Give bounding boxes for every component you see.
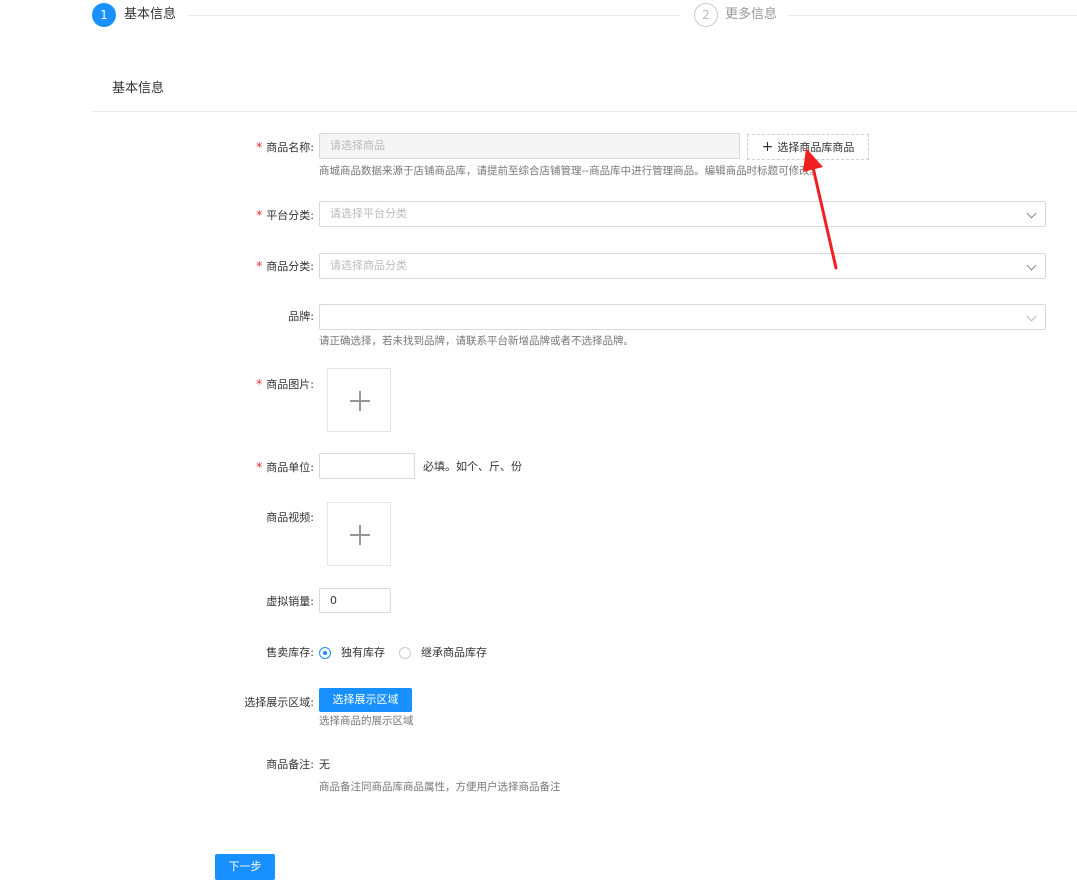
display-area-label: 选择展示区域: bbox=[244, 696, 314, 709]
product-video-label: 商品视频: bbox=[266, 511, 314, 524]
required-mark: * bbox=[256, 460, 263, 474]
chevron-down-icon bbox=[1026, 311, 1037, 322]
radio-inherit-stock-label[interactable]: 继承商品库存 bbox=[421, 645, 487, 661]
radio-own-stock-label[interactable]: 独有库存 bbox=[341, 645, 385, 661]
product-image-upload[interactable] bbox=[327, 368, 391, 432]
section-title: 基本信息 bbox=[112, 81, 165, 96]
section-divider bbox=[92, 111, 1077, 112]
platform-category-select[interactable]: 请选择平台分类 bbox=[319, 201, 1046, 227]
product-unit-hint: 必填。如个、斤、份 bbox=[423, 460, 522, 473]
product-category-select[interactable]: 请选择商品分类 bbox=[319, 253, 1046, 279]
required-mark: * bbox=[256, 377, 263, 391]
required-mark: * bbox=[256, 208, 263, 222]
product-name-hint: 商城商品数据来源于店铺商品库，请提前至综合店铺管理--商品库中进行管理商品。编辑… bbox=[319, 165, 821, 177]
product-category-label: * 商品分类: bbox=[256, 259, 314, 273]
product-name-input[interactable]: 请选择商品 bbox=[319, 133, 740, 159]
next-step-button[interactable]: 下一步 bbox=[215, 854, 275, 880]
plus-icon: + bbox=[761, 139, 774, 155]
virtual-sales-value: 0 bbox=[330, 594, 337, 607]
step-connector bbox=[188, 15, 680, 16]
step-2-title[interactable]: 更多信息 bbox=[725, 5, 777, 25]
plus-icon-stroke bbox=[359, 391, 361, 411]
stock-label: 售卖库存: bbox=[266, 646, 314, 659]
platform-category-label: * 平台分类: bbox=[256, 208, 314, 222]
product-category-placeholder: 请选择商品分类 bbox=[330, 259, 407, 272]
remark-value: 无 bbox=[319, 758, 330, 771]
virtual-sales-input[interactable]: 0 bbox=[319, 588, 391, 613]
product-video-upload[interactable] bbox=[327, 502, 391, 566]
brand-hint: 请正确选择，若未找到品牌，请联系平台新增品牌或者不选择品牌。 bbox=[319, 335, 634, 347]
product-name-placeholder: 请选择商品 bbox=[330, 139, 385, 152]
step-2-circle[interactable]: 2 bbox=[694, 3, 718, 27]
plus-icon-stroke bbox=[359, 525, 361, 545]
product-unit-input[interactable] bbox=[319, 453, 415, 479]
brand-label: 品牌: bbox=[288, 310, 314, 323]
select-display-area-button[interactable]: 选择展示区域 bbox=[319, 688, 412, 712]
step-connector-tail bbox=[788, 15, 1077, 16]
product-unit-label: * 商品单位: bbox=[256, 460, 314, 474]
remark-label: 商品备注: bbox=[266, 758, 314, 771]
step-1-circle[interactable]: 1 bbox=[92, 3, 116, 27]
remark-hint: 商品备注同商品库商品属性，方便用户选择商品备注 bbox=[319, 781, 561, 793]
radio-own-stock[interactable] bbox=[319, 647, 331, 659]
chevron-down-icon bbox=[1026, 208, 1037, 219]
radio-inherit-stock[interactable] bbox=[399, 647, 411, 659]
platform-category-placeholder: 请选择平台分类 bbox=[330, 207, 407, 220]
required-mark: * bbox=[256, 140, 263, 154]
virtual-sales-label: 虚拟销量: bbox=[266, 595, 314, 608]
required-mark: * bbox=[256, 259, 263, 273]
display-area-hint: 选择商品的展示区域 bbox=[319, 715, 414, 727]
product-image-label: * 商品图片: bbox=[256, 377, 314, 391]
brand-select[interactable] bbox=[319, 304, 1046, 330]
chevron-down-icon bbox=[1026, 260, 1037, 271]
select-library-product-button[interactable]: + 选择商品库商品 bbox=[747, 134, 869, 160]
step-1-title[interactable]: 基本信息 bbox=[124, 5, 176, 25]
product-name-label: * 商品名称: bbox=[256, 140, 314, 154]
